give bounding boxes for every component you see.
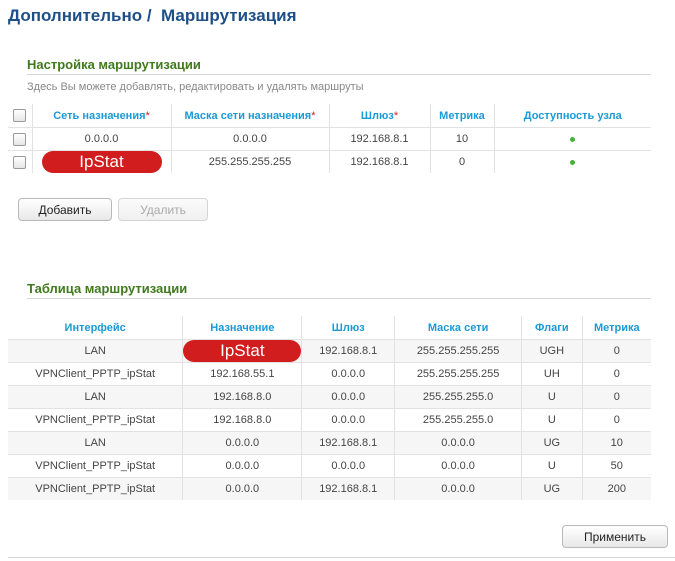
table-row: VPNClient_PPTP_ipStat 192.168.55.1 0.0.0…	[8, 362, 651, 386]
destination-cell: 0.0.0.0	[182, 431, 303, 455]
col-network: Сеть назначения*	[32, 104, 172, 128]
netmask-cell: 255.255.255.0	[394, 385, 523, 409]
col-flags: Флаги	[521, 316, 583, 340]
destination-cell: 192.168.55.1	[182, 362, 303, 386]
gateway-cell: 0.0.0.0	[301, 385, 396, 409]
breadcrumb-current: Маршрутизация	[161, 6, 297, 25]
redaction-badge: IpStat	[41, 151, 162, 173]
metric-cell: 0	[582, 362, 651, 386]
section-divider	[27, 298, 651, 299]
col-metric: Метрика	[593, 321, 640, 334]
apply-button[interactable]: Применить	[562, 525, 668, 548]
metric-cell: 10	[582, 431, 651, 455]
gateway-cell: 192.168.8.1	[301, 431, 396, 455]
gateway-cell: 192.168.8.1	[329, 127, 431, 151]
interface-cell: LAN	[8, 431, 184, 455]
gateway-cell: 0.0.0.0	[301, 362, 396, 386]
flags-cell: U	[521, 454, 583, 478]
breadcrumb-separator: /	[142, 6, 162, 25]
netmask-cell: 0.0.0.0	[394, 431, 523, 455]
required-mark: *	[145, 109, 150, 122]
status-dot-icon	[570, 159, 576, 165]
redaction-badge: IpStat	[183, 340, 302, 362]
interface-cell: VPNClient_PPTP_ipStat	[8, 408, 184, 432]
page-title: Дополнительно / Маршрутизация	[8, 6, 297, 26]
flags-cell: U	[521, 385, 583, 409]
metric-cell: 10	[430, 127, 495, 151]
table-row: LAN 192.168.8.0 0.0.0.0 255.255.255.0 U …	[8, 385, 651, 409]
netmask-cell: 0.0.0.0	[394, 454, 523, 478]
metric-cell: 200	[582, 477, 651, 500]
col-netmask: Маска сети	[394, 316, 523, 340]
select-all-cell	[8, 104, 33, 128]
table-row[interactable]: IpStat 255.255.255.255 192.168.8.1 0	[8, 150, 651, 173]
destination-cell: 192.168.8.0	[182, 408, 303, 432]
col-gateway: Шлюз*	[329, 104, 431, 128]
col-mask: Маска сети назначения*	[171, 104, 330, 128]
mask-cell: 0.0.0.0	[171, 127, 330, 151]
table-header-row: Сеть назначения* Маска сети назначения* …	[8, 104, 651, 128]
select-all-checkbox[interactable]	[13, 109, 27, 122]
routes-config-title: Настройка маршрутизации	[27, 57, 201, 72]
flags-cell: UH	[521, 362, 583, 386]
delete-button[interactable]: Удалить	[118, 198, 208, 221]
table-row: VPNClient_PPTP_ipStat 0.0.0.0 192.168.8.…	[8, 477, 651, 500]
col-destination: Назначение	[182, 316, 303, 340]
interface-cell: VPNClient_PPTP_ipStat	[8, 362, 184, 386]
required-mark: *	[311, 109, 316, 122]
metric-cell: 0	[430, 150, 495, 173]
netmask-cell: 0.0.0.0	[394, 477, 523, 500]
gateway-cell: 192.168.8.1	[329, 150, 431, 173]
destination-cell: 0.0.0.0	[182, 477, 303, 500]
metric-cell: 0	[582, 408, 651, 432]
netmask-cell: 255.255.255.255	[394, 339, 523, 363]
row-checkbox[interactable]	[13, 132, 27, 146]
metric-cell: 0	[582, 339, 651, 363]
flags-cell: U	[521, 408, 583, 432]
status-dot-icon	[570, 136, 576, 142]
gateway-cell: 0.0.0.0	[301, 408, 396, 432]
col-metric: Метрика	[430, 104, 495, 128]
table-row: VPNClient_PPTP_ipStat 0.0.0.0 0.0.0.0 0.…	[8, 454, 651, 478]
table-row: LAN IpStat 192.168.8.1 255.255.255.255 U…	[8, 339, 651, 363]
col-gateway: Шлюз	[301, 316, 396, 340]
breadcrumb-section: Дополнительно	[8, 6, 143, 25]
flags-cell: UG	[521, 477, 583, 500]
interface-cell: VPNClient_PPTP_ipStat	[8, 477, 184, 500]
flags-cell: UGH	[521, 339, 583, 363]
table-row: LAN 0.0.0.0 192.168.8.1 0.0.0.0 UG 10	[8, 431, 651, 455]
table-row: VPNClient_PPTP_ipStat 192.168.8.0 0.0.0.…	[8, 408, 651, 432]
network-cell: 0.0.0.0	[32, 127, 172, 151]
gateway-cell: 192.168.8.1	[301, 339, 396, 363]
metric-cell: 50	[582, 454, 651, 478]
flags-cell: UG	[521, 431, 583, 455]
section-divider	[27, 74, 651, 75]
mask-cell: 255.255.255.255	[171, 150, 330, 173]
add-button[interactable]: Добавить	[18, 198, 112, 221]
table-row[interactable]: 0.0.0.0 0.0.0.0 192.168.8.1 10	[8, 127, 651, 151]
table-header-row: Интерфейс Назначение Шлюз Маска сети Фла…	[8, 316, 651, 340]
interface-cell: LAN	[8, 339, 184, 363]
gateway-cell: 0.0.0.0	[301, 454, 396, 478]
bottom-divider	[8, 557, 675, 558]
destination-cell: 0.0.0.0	[182, 454, 303, 478]
routes-config-hint: Здесь Вы можете добавлять, редактировать…	[27, 81, 364, 93]
row-checkbox[interactable]	[13, 155, 27, 169]
interface-cell: LAN	[8, 385, 184, 409]
gateway-cell: 192.168.8.1	[301, 477, 396, 500]
col-interface: Интерфейс	[8, 316, 184, 340]
destination-cell: 192.168.8.0	[182, 385, 303, 409]
netmask-cell: 255.255.255.0	[394, 408, 523, 432]
netmask-cell: 255.255.255.255	[394, 362, 523, 386]
metric-cell: 0	[582, 385, 651, 409]
required-mark: *	[393, 109, 399, 122]
routing-table-title: Таблица маршрутизации	[27, 281, 188, 296]
col-availability: Доступность узла	[523, 109, 622, 122]
routing-table: Интерфейс Назначение Шлюз Маска сети Фла…	[8, 316, 651, 500]
routes-config-table: Сеть назначения* Маска сети назначения* …	[8, 104, 651, 173]
interface-cell: VPNClient_PPTP_ipStat	[8, 454, 184, 478]
